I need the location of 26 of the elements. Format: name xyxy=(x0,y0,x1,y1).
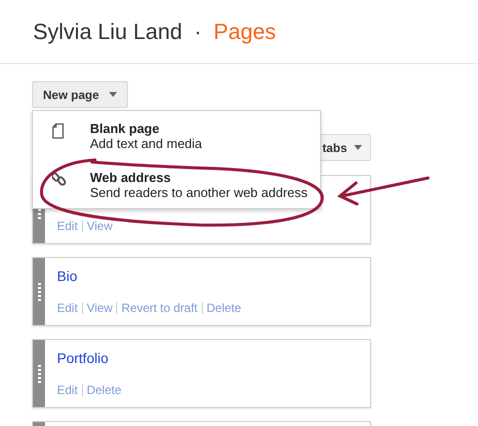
menu-item-description: Send readers to another web address xyxy=(90,185,308,200)
document-icon xyxy=(52,123,64,139)
site-title: Sylvia Liu Land xyxy=(33,18,182,46)
drag-handle[interactable] xyxy=(33,340,45,407)
drag-handle[interactable] xyxy=(33,258,45,325)
section-title: Pages xyxy=(214,18,276,46)
menu-item-title: Web address xyxy=(90,170,172,185)
menu-item[interactable]: Web address Send readers to another web address xyxy=(33,170,320,200)
menu-item-title: Blank page xyxy=(90,121,160,136)
page-action-link[interactable]: Delete xyxy=(86,382,122,398)
title-separator: · xyxy=(194,18,202,46)
page-action-link[interactable]: View xyxy=(86,218,112,234)
menu-item[interactable]: Blank page Add text and media xyxy=(33,121,320,151)
menu-item-description: Add text and media xyxy=(90,136,202,151)
page-action-link[interactable]: Revert to draft xyxy=(121,300,198,316)
page-action-link[interactable]: Edit xyxy=(57,300,78,316)
page-action-link[interactable]: Edit xyxy=(57,218,78,234)
page-action-link[interactable]: Delete xyxy=(206,300,242,316)
caret-icon xyxy=(354,145,362,150)
page-title-link[interactable]: Bio xyxy=(57,268,78,284)
page-action-link[interactable]: Edit xyxy=(57,382,78,398)
caret-icon xyxy=(109,92,118,97)
chain-link-icon xyxy=(52,172,66,186)
new-page-button[interactable]: New page xyxy=(32,81,128,108)
page-action-link[interactable]: View xyxy=(86,300,112,316)
page-title-link[interactable]: Portfolio xyxy=(57,350,108,366)
